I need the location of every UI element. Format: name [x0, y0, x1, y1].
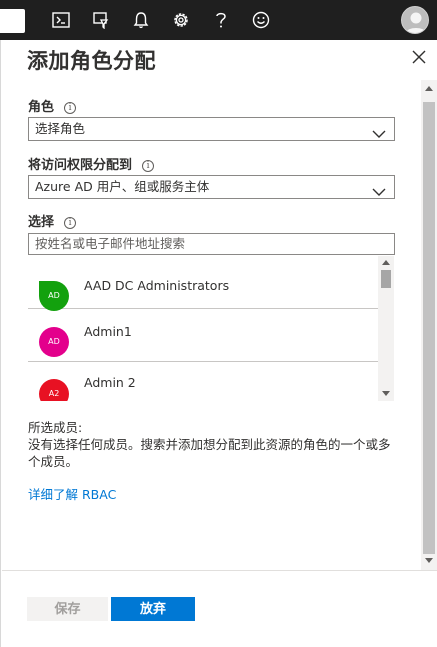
footer-divider [2, 570, 437, 571]
user-avatar[interactable] [401, 6, 429, 34]
scroll-down-icon[interactable] [425, 558, 433, 563]
member-list-scrollbar[interactable] [378, 256, 394, 401]
select-info-icon[interactable]: i [64, 217, 77, 229]
scroll-down-icon[interactable] [382, 391, 390, 396]
avatar: AD [39, 281, 69, 311]
discard-button[interactable]: 放弃 [111, 597, 195, 621]
scroll-up-icon[interactable] [382, 260, 390, 265]
list-item[interactable]: AD Admin1 [28, 309, 394, 362]
directory-filter-icon[interactable] [91, 10, 111, 30]
select-label-row: 选择 i [28, 211, 77, 230]
member-name: Admin1 [84, 324, 132, 339]
help-icon[interactable] [211, 10, 231, 30]
assign-access-label-row: 将访问权限分配到 i [28, 154, 155, 173]
top-bar [0, 0, 437, 40]
member-name: AAD DC Administrators [84, 278, 230, 293]
learn-more-rbac-link[interactable]: 详细了解 RBAC [28, 484, 116, 503]
panel-title: 添加角色分配 [27, 49, 156, 73]
assign-access-info-icon[interactable]: i [142, 160, 155, 172]
member-search-input[interactable]: 按姓名或电子邮件地址搜索 [28, 233, 395, 255]
assign-access-select[interactable]: Azure AD 用户、组或服务主体 [28, 175, 395, 199]
selected-members-text: 没有选择任何成员。搜索并添加想分配到此资源的角色的一个或多个成员。 [28, 437, 391, 469]
role-info-icon[interactable]: i [64, 102, 77, 114]
list-item[interactable]: AD AAD DC Administrators [28, 256, 394, 311]
scroll-up-icon[interactable] [425, 86, 433, 91]
role-select-value: 选择角色 [35, 121, 86, 136]
scrollbar-thumb[interactable] [381, 270, 391, 288]
panel-scrollbar[interactable] [421, 80, 437, 570]
assign-access-select-value: Azure AD 用户、组或服务主体 [35, 179, 210, 194]
cloud-shell-icon[interactable] [51, 10, 71, 30]
select-label: 选择 [28, 215, 55, 230]
notifications-icon[interactable] [131, 10, 151, 30]
selected-members-title: 所选成员: [28, 420, 83, 435]
selected-members: 所选成员: 没有选择任何成员。搜索并添加想分配到此资源的角色的一个或多个成员。 [28, 419, 400, 470]
avatar: A2 [39, 379, 69, 401]
global-search-box[interactable] [0, 9, 25, 33]
settings-icon[interactable] [171, 10, 191, 30]
assign-access-label: 将访问权限分配到 [28, 158, 133, 173]
role-label-row: 角色 i [28, 96, 77, 115]
feedback-icon[interactable] [251, 10, 271, 30]
role-select[interactable]: 选择角色 [28, 117, 395, 141]
list-item[interactable]: A2 Admin 2 [28, 362, 394, 401]
scrollbar-thumb[interactable] [423, 102, 435, 554]
close-icon[interactable] [412, 49, 428, 65]
member-name: Admin 2 [84, 375, 136, 390]
chevron-down-icon [372, 124, 386, 146]
save-button[interactable]: 保存 [27, 597, 108, 621]
member-list: AD AAD DC Administrators AD Admin1 A2 Ad… [28, 256, 394, 401]
chevron-down-icon [372, 182, 386, 204]
role-label: 角色 [28, 100, 55, 115]
avatar: AD [39, 327, 69, 357]
add-role-assignment-panel: 添加角色分配 角色 i 选择角色 将访问权限分配到 i Azure AD 用户、组或… [0, 40, 437, 647]
